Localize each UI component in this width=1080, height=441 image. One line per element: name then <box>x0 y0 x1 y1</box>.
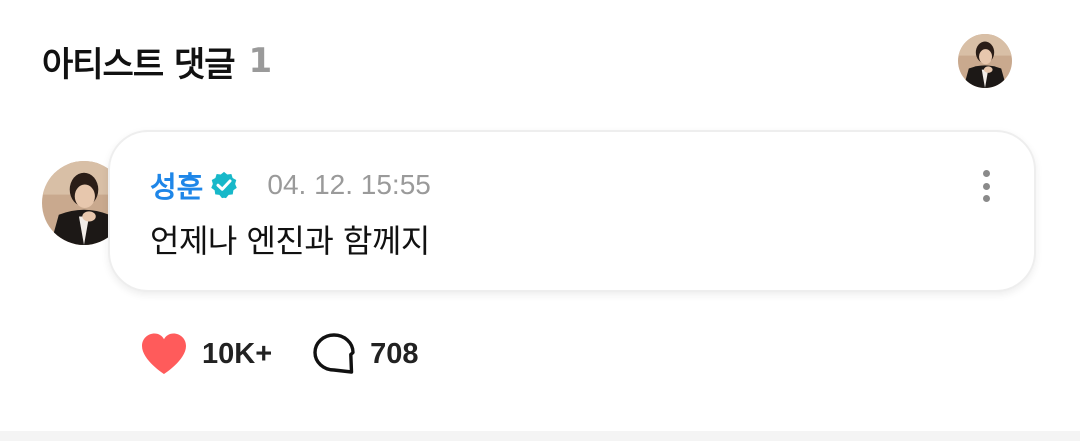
speech-bubble-icon <box>313 333 355 374</box>
more-vertical-icon <box>982 170 990 177</box>
more-vertical-icon-dot <box>982 182 990 190</box>
comment-meta: 성훈 04. 12. 15:55 <box>150 164 431 206</box>
more-vertical-icon-dot <box>982 195 990 202</box>
comment-timestamp: 04. 12. 15:55 <box>267 169 431 200</box>
comment-actions: 10K+ 708 <box>140 330 419 378</box>
like-button[interactable]: 10K+ <box>140 332 272 376</box>
artist-avatar[interactable] <box>958 34 1012 88</box>
author-name[interactable]: 성훈 <box>150 164 203 206</box>
section-title: 아티스트 댓글 <box>42 44 236 85</box>
section-divider <box>0 431 1080 441</box>
comment-bubble: 성훈 04. 12. 15:55 언제나 엔진과 함께지 <box>108 130 1036 292</box>
reply-button[interactable]: 708 <box>312 332 419 376</box>
comment-count: 1 <box>248 41 273 81</box>
like-count: 10K+ <box>202 337 273 370</box>
verified-badge-icon <box>211 171 238 199</box>
avatar-photo-icon <box>958 34 1012 88</box>
section-header: 아티스트 댓글 1 <box>42 36 272 86</box>
reply-count: 708 <box>370 337 419 370</box>
heart-icon <box>142 333 186 374</box>
more-options-button[interactable] <box>974 168 998 204</box>
comment-text: 언제나 엔진과 함께지 <box>150 222 430 260</box>
